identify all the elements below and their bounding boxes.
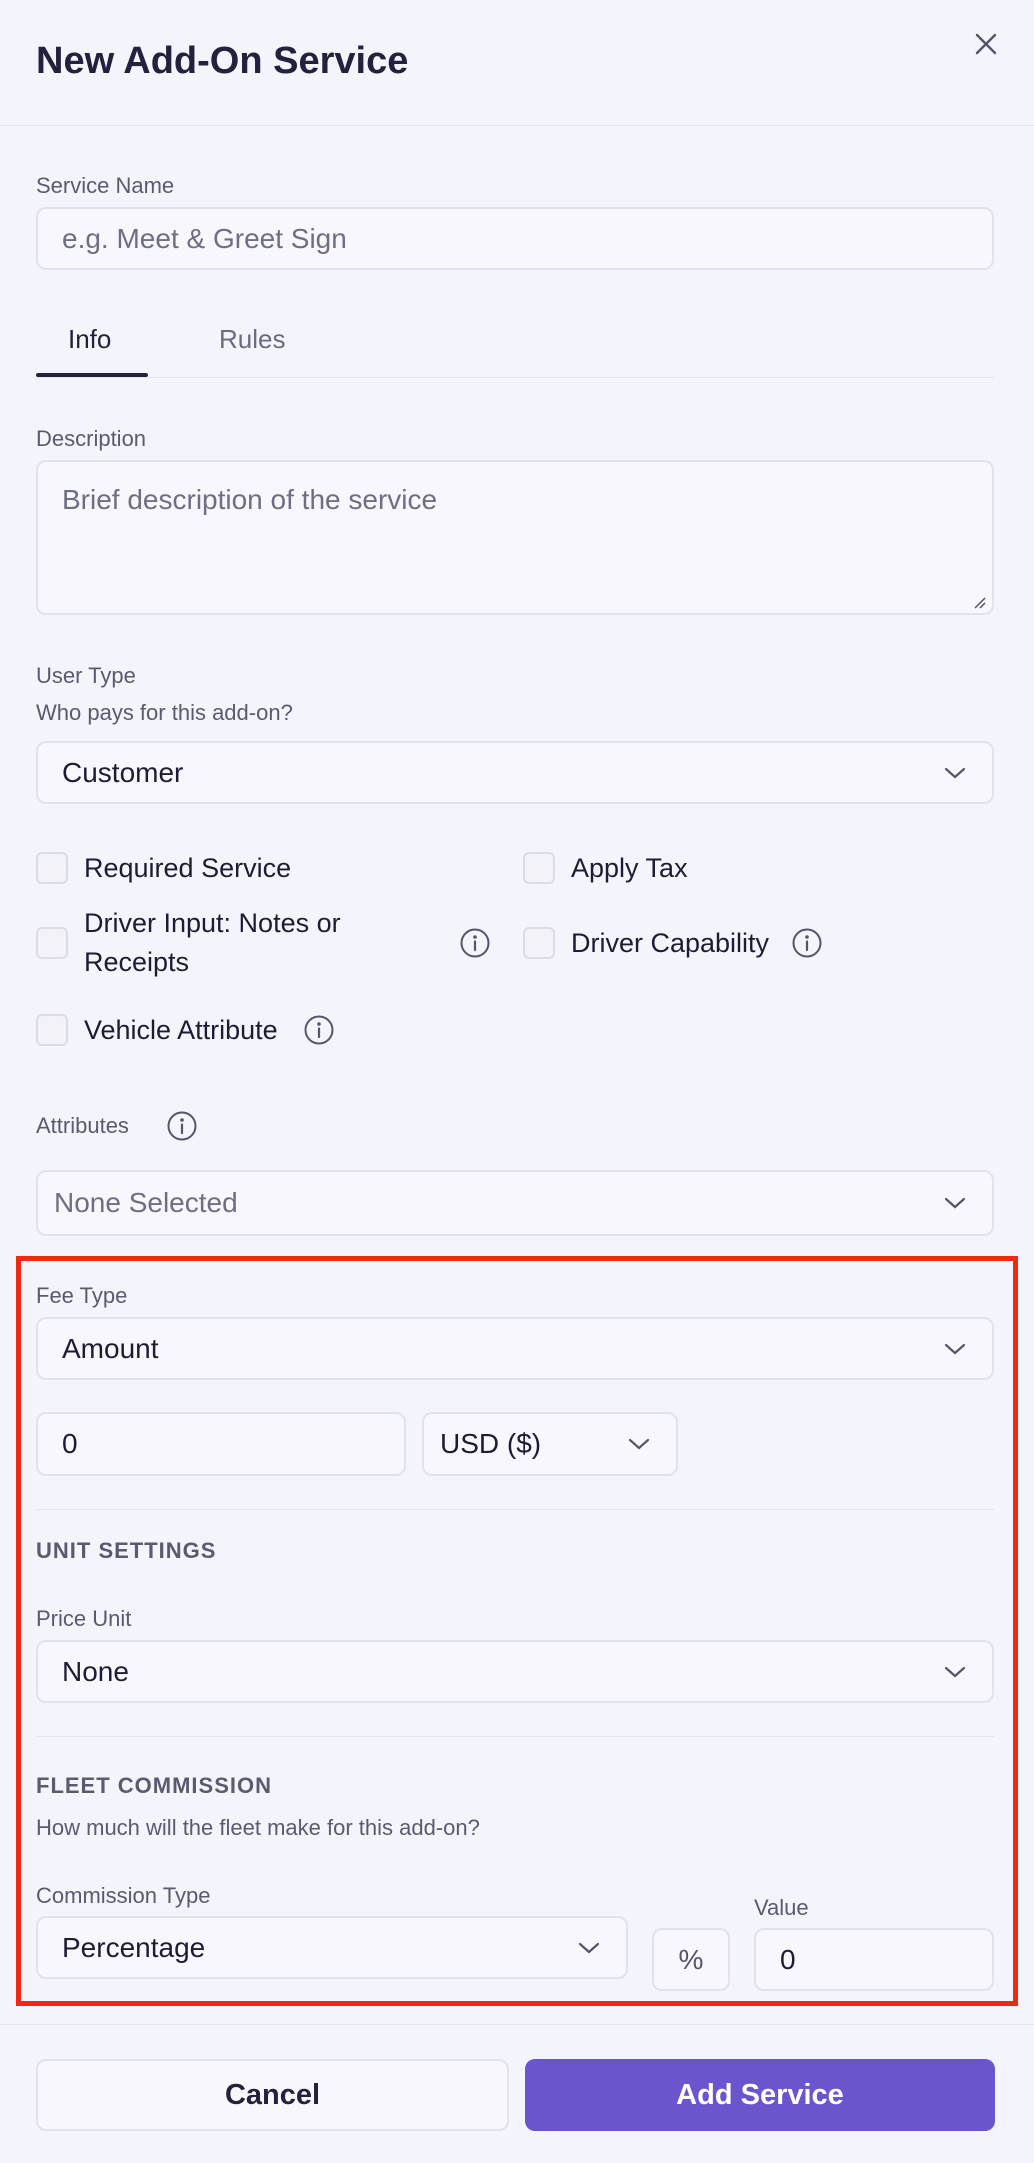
fleet-commission-hint: How much will the fleet make for this ad… (36, 1815, 480, 1840)
resize-handle-icon[interactable] (970, 593, 986, 609)
tab-rules[interactable]: Rules (219, 324, 285, 355)
percent-symbol: % (678, 1943, 704, 1975)
currency-select[interactable]: USD ($) (422, 1412, 678, 1476)
currency-value: USD ($) (440, 1428, 542, 1459)
service-name-input[interactable]: e.g. Meet & Greet Sign (36, 207, 994, 270)
chevron-down-icon (578, 1942, 600, 1953)
driver-capability-checkbox[interactable] (523, 927, 555, 959)
price-unit-select[interactable]: None (36, 1640, 994, 1703)
required-service-checkbox[interactable] (36, 852, 68, 884)
chevron-down-icon (944, 1197, 966, 1209)
apply-tax-label: Apply Tax (571, 853, 688, 883)
driver-input-label: Driver Input: Notes or Receipts (84, 904, 341, 982)
fleet-commission-heading: FLEET COMMISSION (36, 1773, 272, 1798)
user-type-select[interactable]: Customer (36, 741, 994, 804)
commission-type-value: Percentage (62, 1931, 206, 1963)
attributes-label: Attributes (36, 1113, 129, 1138)
price-unit-label: Price Unit (36, 1606, 132, 1631)
value-label: Value (754, 1895, 809, 1920)
user-type-value: Customer (62, 756, 184, 788)
section-divider (36, 1736, 994, 1737)
driver-input-label-line1: Driver Input: Notes or (84, 908, 341, 938)
user-type-hint: Who pays for this add-on? (36, 700, 293, 725)
attributes-value: None Selected (54, 1187, 238, 1218)
footer-divider (0, 2024, 1034, 2025)
chevron-down-icon (944, 1666, 966, 1677)
close-button[interactable] (968, 26, 1004, 62)
fee-amount-input[interactable]: 0 (36, 1412, 406, 1476)
description-label: Description (36, 426, 147, 451)
description-placeholder: Brief description of the service (62, 484, 438, 515)
fee-type-label: Fee Type (36, 1283, 128, 1308)
user-type-label: User Type (36, 663, 136, 688)
required-service-label: Required Service (84, 853, 292, 883)
driver-capability-label: Driver Capability (571, 928, 770, 958)
attributes-select[interactable]: None Selected (36, 1170, 994, 1236)
tabs-divider (36, 377, 994, 378)
info-icon[interactable] (791, 927, 823, 959)
fee-type-value: Amount (62, 1332, 159, 1364)
commission-unit-badge: % (652, 1928, 730, 1991)
commission-type-label: Commission Type (36, 1883, 211, 1908)
price-unit-value: None (62, 1655, 129, 1687)
section-divider (36, 1509, 994, 1510)
chevron-down-icon (944, 1343, 966, 1354)
page-title: New Add-On Service (36, 40, 409, 82)
service-name-label: Service Name (36, 173, 175, 198)
commission-value-input[interactable]: 0 (754, 1928, 994, 1991)
unit-settings-heading: UNIT SETTINGS (36, 1538, 217, 1563)
driver-input-checkbox[interactable] (36, 927, 68, 959)
vehicle-attribute-label: Vehicle Attribute (84, 1015, 278, 1045)
header-divider (0, 125, 1034, 126)
info-icon[interactable] (166, 1110, 198, 1142)
apply-tax-checkbox[interactable] (523, 852, 555, 884)
cancel-button[interactable]: Cancel (36, 2059, 509, 2131)
driver-input-label-line2: Receipts (84, 947, 190, 977)
active-tab-indicator (36, 373, 148, 377)
info-icon[interactable] (459, 927, 491, 959)
fee-type-select[interactable]: Amount (36, 1317, 994, 1380)
commission-type-select[interactable]: Percentage (36, 1916, 628, 1979)
add-service-button[interactable]: Add Service (525, 2059, 995, 2131)
chevron-down-icon (628, 1438, 650, 1450)
chevron-down-icon (944, 767, 966, 778)
close-icon (975, 33, 997, 55)
info-icon[interactable] (303, 1014, 335, 1046)
tab-info[interactable]: Info (68, 324, 111, 355)
vehicle-attribute-checkbox[interactable] (36, 1014, 68, 1046)
description-textarea[interactable]: Brief description of the service (36, 460, 994, 615)
